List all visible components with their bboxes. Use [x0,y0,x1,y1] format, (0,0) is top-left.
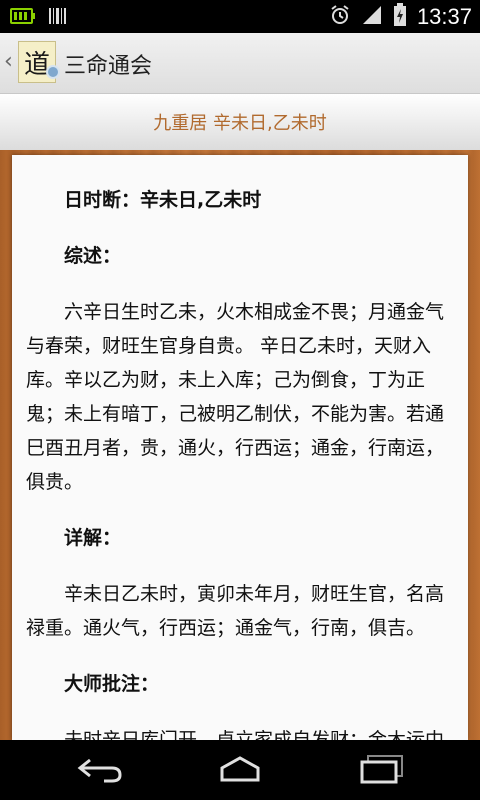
signal-icon [361,4,383,30]
action-bar: ‹ 道 三命通会 [0,33,480,94]
recent-apps-icon[interactable] [358,754,408,788]
article-content: 日时断：辛未日,乙未时 综述： 六辛日生时乙未，火木相成金不畏；月通金气与春荣，… [12,155,468,740]
app-logo[interactable]: 道 [18,41,60,83]
subheader-title: 九重居 辛未日,乙未时 [153,113,327,134]
section-heading-details: 详解： [64,527,122,549]
section-body-details: 辛未日乙未时，寅卯未年月，财旺生官，名高禄重。通火气，行西运；通金气，行南，俱吉… [26,583,445,639]
section-body-master-notes: 未时辛日库门开，卓立家成自发财；金木运中身旺吉，几经险遇福重来。辛日时逢乙未，库… [64,729,445,740]
charging-battery-icon [393,3,407,31]
home-icon[interactable] [214,754,266,788]
status-bar: 13:37 [0,0,480,33]
section-heading-master-notes: 大师批注： [64,673,160,695]
up-chevron-icon[interactable]: ‹ [4,49,13,74]
subheader: 九重居 辛未日,乙未时 [0,94,480,152]
app-title: 三命通会 [64,54,153,79]
alarm-icon [329,4,351,30]
logo-dot-icon [46,65,60,79]
status-time: 13:37 [416,4,472,29]
back-icon[interactable] [76,754,124,788]
section-heading-summary: 综述： [64,245,122,267]
article-paper[interactable]: 日时断：辛未日,乙未时 综述： 六辛日生时乙未，火木相成金不畏；月通金气与春荣，… [12,155,468,740]
barcode-icon [48,6,68,30]
article-title: 日时断：辛未日,乙未时 [64,189,262,211]
navigation-bar [0,740,480,800]
battery-full-icon [10,6,36,30]
section-body-summary: 六辛日生时乙未，火木相成金不畏；月通金气与春荣，财旺生官身自贵。 辛日乙未时，天… [26,301,445,493]
